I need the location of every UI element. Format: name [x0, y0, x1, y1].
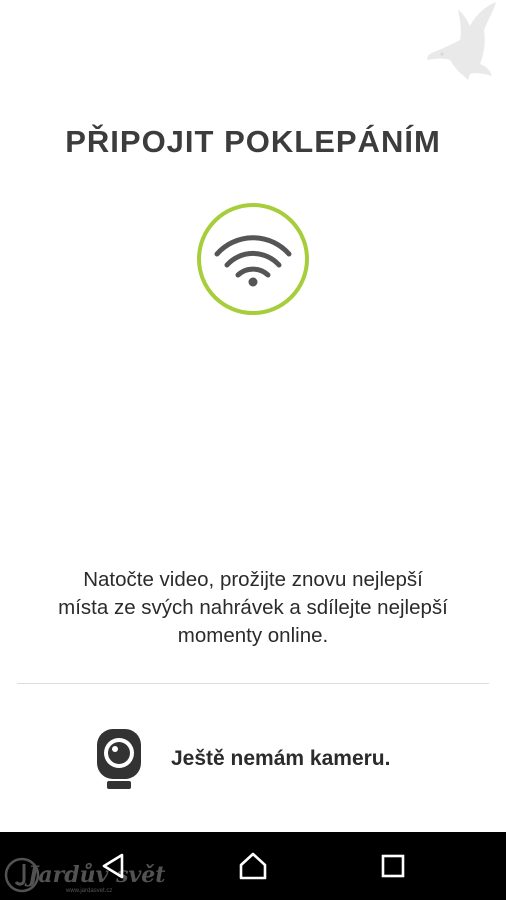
recents-square-icon	[381, 854, 405, 878]
no-camera-button[interactable]: Ještě nemám kameru.	[94, 726, 424, 792]
recents-button[interactable]	[373, 848, 413, 884]
app-screen: PŘIPOJIT POKLEPÁNÍM Natočte video, proži…	[0, 0, 506, 900]
description-line-3: momenty online.	[177, 624, 329, 647]
watermark-subtext: www.jardasvet.cz	[66, 888, 113, 894]
watermark: Jardův svět www.jardasvet.cz	[2, 852, 165, 898]
description-line-2: místa ze svých nahrávek a sdílejte nejle…	[58, 596, 448, 619]
description-line-1: Natočte video, prožijte znovu nejlepší	[83, 568, 423, 591]
webcam-icon	[97, 729, 141, 789]
divider	[17, 683, 489, 684]
home-button[interactable]	[233, 848, 273, 884]
description-text: Natočte video, prožijte znovu nejlepší m…	[10, 566, 496, 650]
watermark-text: Jardův svět	[28, 862, 166, 888]
home-icon	[239, 852, 267, 880]
no-camera-label: Ještě nemám kameru.	[171, 747, 391, 770]
bird-logo-icon	[427, 2, 496, 80]
wifi-icon	[197, 203, 309, 315]
page-title: PŘIPOJIT POKLEPÁNÍM	[65, 124, 441, 159]
